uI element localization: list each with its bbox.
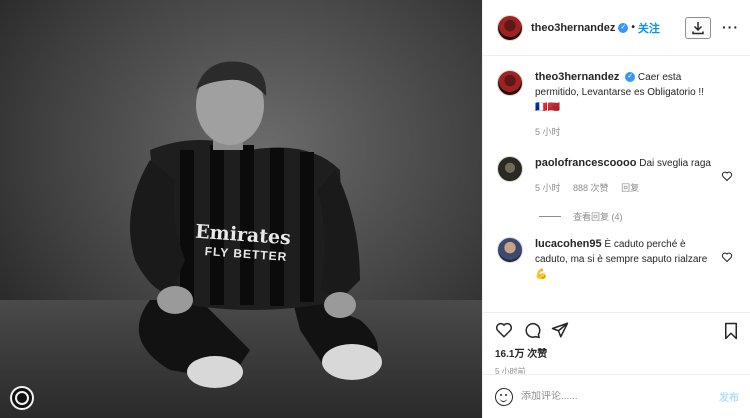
caption-time[interactable]: 5 小时 (535, 127, 561, 137)
emoji-icon[interactable] (495, 387, 513, 406)
share-icon (551, 322, 569, 338)
post-comment-button[interactable]: 发布 (719, 389, 739, 404)
tagged-users-icon[interactable] (10, 386, 34, 410)
author-avatar[interactable] (497, 14, 523, 41)
share-button[interactable] (551, 321, 569, 339)
comment-likes[interactable]: 888 次赞 (573, 183, 609, 193)
comment-meta: 5 小时 888 次赞 回复 (535, 181, 715, 196)
post-header: theo3hernandez ✓ • 关注 ··· (483, 0, 750, 56)
caption-author-avatar[interactable] (497, 70, 523, 96)
comment-body: lucacohen95 È caduto perché è caduto, ma… (535, 237, 715, 282)
comment-body: paolofrancescoooo Dai sveglia raga 5 小时 … (535, 156, 715, 196)
comment-button[interactable] (523, 321, 541, 339)
verified-badge-icon: ✓ (625, 72, 636, 83)
post-photo[interactable]: Emirates FLY BETTER (0, 0, 482, 418)
comment-icon (525, 322, 541, 339)
post-side-panel: theo3hernandez ✓ • 关注 ··· theo3hernandez… (482, 0, 750, 418)
comment-text: Dai sveglia raga (639, 158, 711, 169)
heart-icon (495, 322, 513, 338)
comment-item: lucacohen95 È caduto perché è caduto, ma… (497, 237, 737, 282)
more-options-button[interactable]: ··· (722, 20, 739, 34)
save-button[interactable] (723, 322, 739, 343)
download-icon (692, 22, 704, 35)
player-photo-graphic (0, 0, 482, 418)
add-comment-bar: 发布 (483, 374, 750, 418)
comment-avatar[interactable] (497, 237, 523, 263)
comment-reply-button[interactable]: 回复 (621, 183, 639, 193)
action-icons (495, 319, 739, 341)
comment-username[interactable]: paolofrancescoooo (535, 157, 636, 169)
like-button[interactable] (495, 321, 513, 339)
view-replies-label: 查看回复 (4) (573, 212, 623, 222)
caption: theo3hernandez ✓ Caer esta permitido, Le… (497, 70, 737, 140)
follow-button[interactable]: 关注 (638, 20, 660, 36)
comment-time[interactable]: 5 小时 (535, 183, 561, 193)
caption-body: theo3hernandez ✓ Caer esta permitido, Le… (535, 70, 715, 140)
heart-icon[interactable] (721, 251, 733, 263)
post-actions: 16.1万 次赞 5 小时前 (483, 312, 750, 376)
comment-username[interactable]: lucacohen95 (535, 238, 602, 250)
comment-avatar[interactable] (497, 156, 523, 182)
header-separator: • (631, 22, 635, 33)
likes-count[interactable]: 16.1万 次赞 (495, 345, 739, 360)
comment-input[interactable] (521, 391, 719, 402)
view-replies-line (539, 216, 561, 217)
caption-meta: 5 小时 (535, 125, 715, 140)
verified-badge-icon: ✓ (618, 22, 629, 33)
comment-item: paolofrancescoooo Dai sveglia raga 5 小时 … (497, 156, 737, 196)
bookmark-icon (725, 322, 737, 340)
comments-list: theo3hernandez ✓ Caer esta permitido, Le… (483, 56, 750, 312)
author-username[interactable]: theo3hernandez (531, 22, 615, 34)
download-button[interactable] (685, 17, 711, 39)
view-replies-button[interactable]: 查看回复 (4) (539, 210, 737, 223)
heart-icon[interactable] (721, 170, 733, 182)
caption-author-username[interactable]: theo3hernandez (535, 71, 619, 83)
